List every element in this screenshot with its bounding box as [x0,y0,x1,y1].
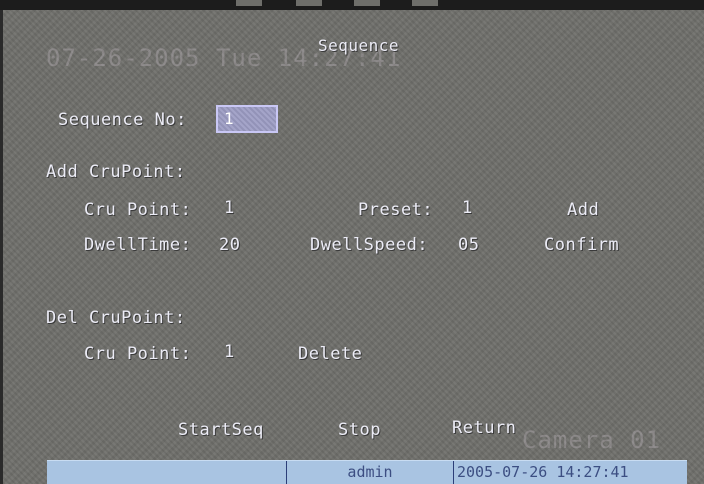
stop-button[interactable]: Stop [338,420,381,440]
dwell-speed-field[interactable]: 05 [458,235,479,255]
confirm-button[interactable]: Confirm [544,235,619,255]
del-cru-point-heading: Del CruPoint: [46,308,186,328]
preset-field[interactable]: 1 [462,198,473,218]
add-cru-point-field[interactable]: 1 [224,198,235,218]
start-sequence-button[interactable]: StartSeq [178,420,264,440]
delete-button[interactable]: Delete [298,344,362,364]
frame-tick [412,0,438,6]
frame-tick [354,0,380,6]
status-bar-blank-cell [47,461,287,484]
add-cru-point-heading: Add CruPoint: [46,162,186,182]
status-user: admin [347,463,393,481]
status-datetime: 2005-07-26 14:27:41 [453,461,687,484]
sequence-number-field[interactable]: 1 [216,105,278,133]
sequence-number-label: Sequence No: [58,110,187,130]
add-button[interactable]: Add [567,200,599,220]
dwell-speed-label: DwellSpeed: [310,235,429,255]
preset-label: Preset: [358,200,434,220]
del-cru-point-label: Cru Point: [84,344,192,364]
left-frame-edge [0,10,3,484]
frame-tick [236,0,262,6]
dwell-time-label: DwellTime: [84,235,192,255]
page-title: Sequence [318,36,400,55]
del-cru-point-field[interactable]: 1 [224,342,235,362]
top-frame-strip [0,0,704,10]
status-bar: admin 2005-07-26 14:27:41 [47,460,687,484]
overlay-camera-name: Camera 01 [522,426,662,454]
return-button[interactable]: Return [452,418,516,438]
add-cru-point-label: Cru Point: [84,200,192,220]
dwell-time-field[interactable]: 20 [219,235,240,255]
frame-tick [296,0,322,6]
osd-menu-screen: 07-26-2005 Tue 14:27:41 Camera 01 Sequen… [0,0,704,484]
